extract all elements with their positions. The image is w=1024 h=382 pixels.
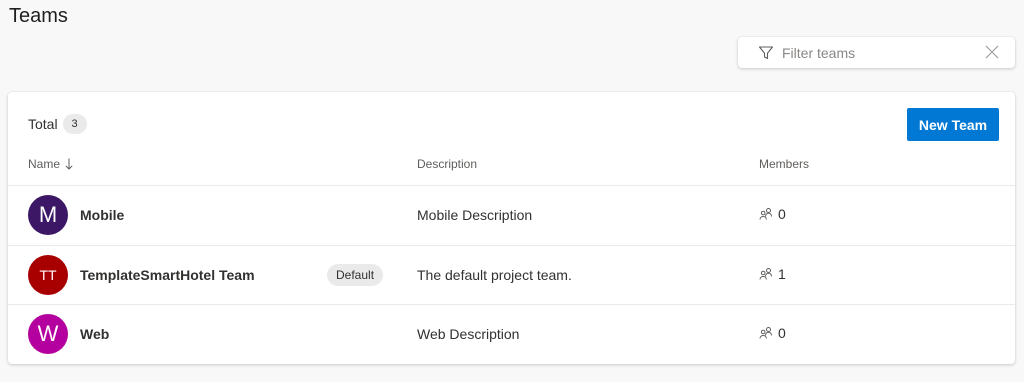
table-row[interactable]: M Mobile Mobile Description 0 (8, 185, 1015, 245)
default-badge: Default (327, 264, 384, 286)
team-name[interactable]: Mobile (80, 207, 124, 223)
filter-box[interactable] (738, 37, 1015, 68)
column-header-members[interactable]: Members (759, 156, 809, 172)
total-summary: Total 3 (28, 114, 87, 134)
close-icon[interactable] (985, 45, 999, 59)
filter-teams-input[interactable] (782, 44, 972, 61)
team-members: 1 (759, 266, 786, 282)
people-icon (759, 326, 773, 340)
page-title: Teams (9, 5, 68, 27)
teams-card: Total 3 New Team Name Description Member… (8, 92, 1015, 364)
avatar: TT (28, 255, 68, 295)
members-count: 1 (778, 266, 786, 282)
avatar: W (28, 314, 68, 354)
table-row[interactable]: W Web Web Description 0 (8, 304, 1015, 364)
sort-down-icon (65, 158, 73, 170)
column-header-description[interactable]: Description (417, 156, 477, 172)
team-name[interactable]: TemplateSmartHotel Team (80, 267, 255, 283)
members-count: 0 (778, 325, 786, 341)
column-header-name-label: Name (28, 157, 61, 171)
table-row[interactable]: TT TemplateSmartHotel Team Default The d… (8, 245, 1015, 305)
total-label: Total (28, 116, 58, 132)
team-description: Web Description (417, 326, 520, 342)
people-icon (759, 267, 773, 281)
new-team-button[interactable]: New Team (907, 108, 999, 141)
people-icon (759, 207, 773, 221)
team-description: Mobile Description (417, 207, 533, 223)
funnel-icon (758, 45, 774, 61)
team-name[interactable]: Web (80, 326, 109, 342)
team-members: 0 (759, 325, 786, 341)
team-members: 0 (759, 206, 786, 222)
column-header-name[interactable]: Name (28, 156, 73, 172)
total-count-badge: 3 (62, 114, 87, 134)
team-description: The default project team. (417, 267, 572, 283)
members-count: 0 (778, 206, 786, 222)
avatar: M (28, 195, 68, 235)
